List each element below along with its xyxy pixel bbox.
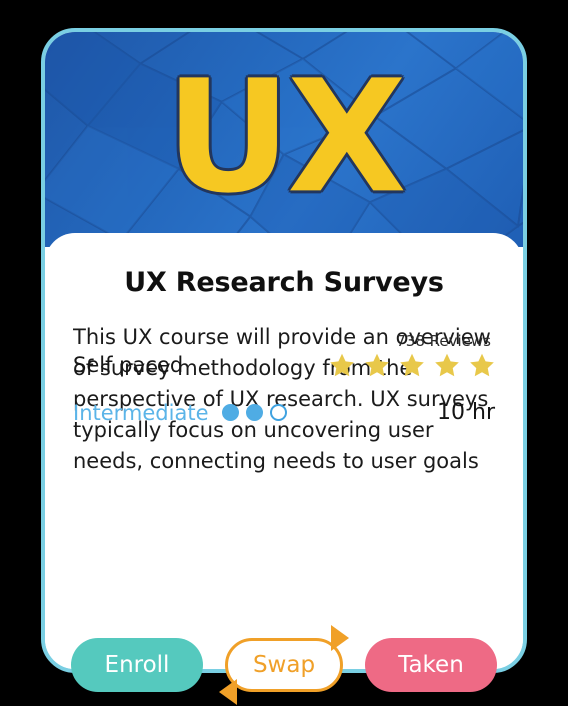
- swap-arrow-right-icon: [331, 625, 349, 651]
- taken-button[interactable]: Taken: [365, 638, 497, 692]
- level-duration-row: Intermediate 10 hr: [73, 400, 495, 425]
- difficulty-dot-filled: [245, 404, 263, 421]
- pace-rating-row: Self paced: [73, 352, 495, 378]
- course-duration: 10 hr: [437, 400, 495, 425]
- difficulty-dots: [221, 404, 287, 421]
- course-pace: Self paced: [73, 353, 184, 377]
- swap-button[interactable]: Swap: [225, 638, 343, 692]
- action-bar: Enroll Swap Taken: [0, 625, 568, 705]
- star-icon: [435, 353, 459, 377]
- difficulty-level: Intermediate: [73, 401, 287, 425]
- rating-stars[interactable]: [329, 352, 495, 378]
- course-meta: 738 Reviews Self paced Intermediate 10 h…: [73, 332, 495, 425]
- course-card[interactable]: UX UX Research Surveys This UX course wi…: [41, 28, 527, 673]
- course-title: UX Research Surveys: [124, 267, 444, 298]
- star-icon: [365, 353, 389, 377]
- swap-arrow-left-icon: [219, 679, 237, 705]
- star-icon: [330, 353, 354, 377]
- difficulty-label: Intermediate: [73, 400, 209, 425]
- banner-label: UX: [165, 45, 406, 227]
- star-icon: [400, 353, 424, 377]
- course-banner: UX: [45, 32, 523, 247]
- screen: UX UX Research Surveys This UX course wi…: [0, 0, 568, 706]
- star-icon: [470, 353, 494, 377]
- difficulty-dot-empty: [269, 404, 287, 421]
- enroll-button[interactable]: Enroll: [71, 638, 203, 692]
- difficulty-dot-filled: [221, 404, 239, 421]
- reviews-count: 738 Reviews: [396, 332, 491, 350]
- card-body: UX Research Surveys This UX course will …: [45, 233, 523, 669]
- swap-button-wrapper[interactable]: Swap: [219, 625, 349, 705]
